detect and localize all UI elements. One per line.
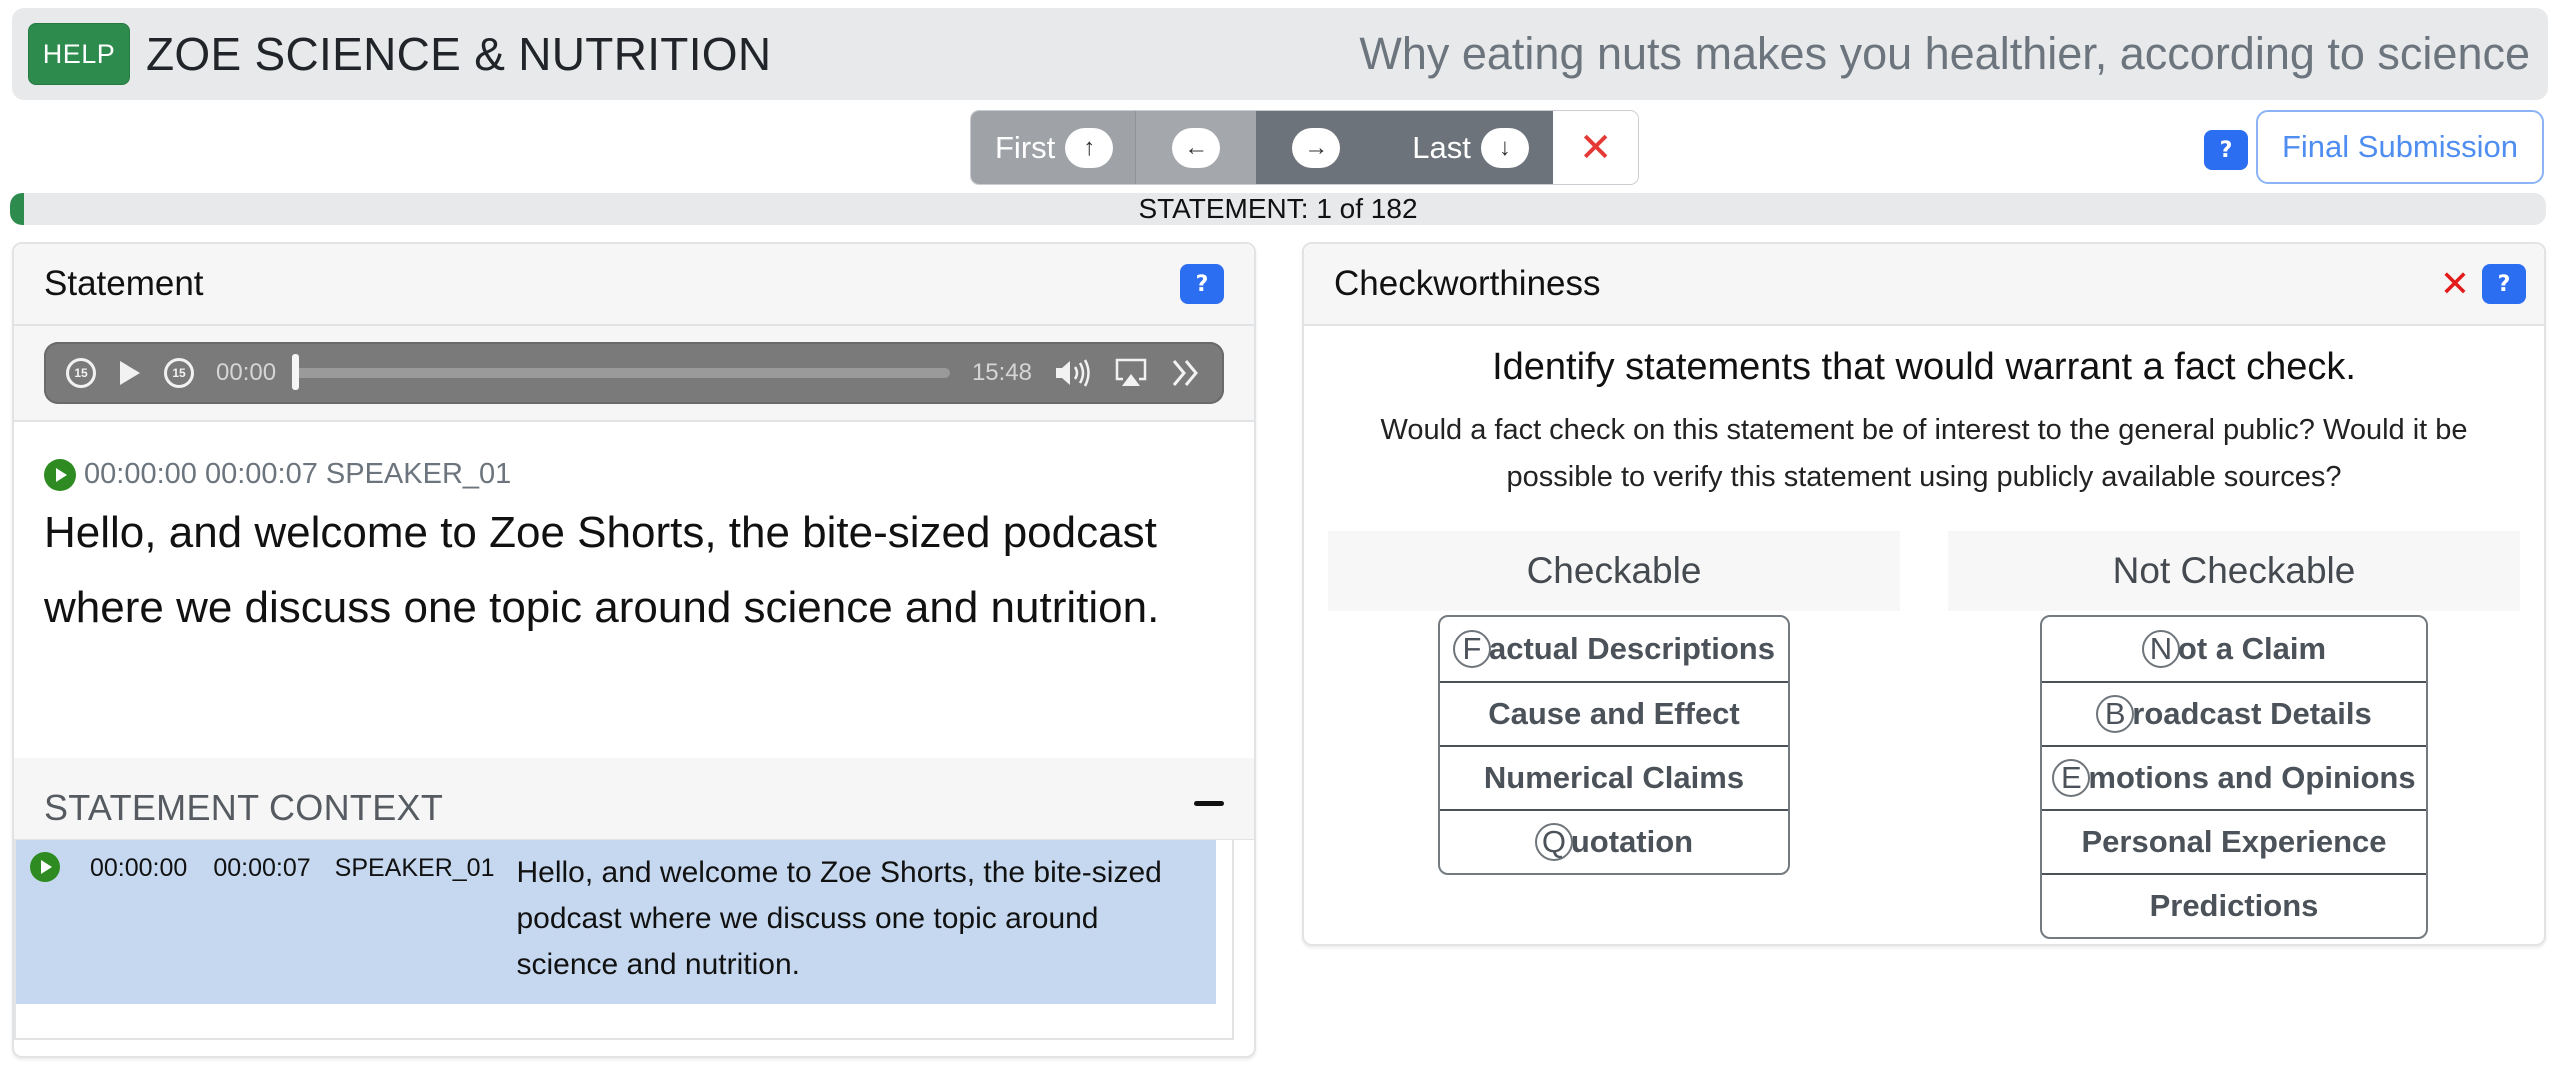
previous-button[interactable]: ← (1135, 111, 1257, 184)
close-button[interactable]: ✕ (1552, 111, 1639, 184)
option-cause-and-effect[interactable]: Cause and Effect (1440, 681, 1788, 745)
statement-context-header[interactable]: STATEMENT CONTEXT (14, 758, 1254, 840)
statement-context-list: 00:00:00 00:00:07 SPEAKER_01 Hello, and … (14, 840, 1234, 1040)
audio-player: 15 15 00:00 15:48 (44, 342, 1224, 404)
statement-meta: 00:00:00 00:00:07 SPEAKER_01 (44, 458, 1224, 491)
checkworthiness-panel: Checkworthiness ✕ ? Identify statements … (1302, 242, 2546, 946)
shortcut-key-e-icon: E (2052, 759, 2091, 797)
help-question-icon[interactable]: ? (2204, 130, 2248, 170)
next-button[interactable]: → (1292, 127, 1341, 168)
collapse-icon[interactable] (1194, 801, 1224, 806)
context-text: Hello, and welcome to Zoe Shorts, the bi… (516, 856, 1162, 981)
airplay-icon[interactable] (1114, 357, 1148, 389)
not-checkable-heading: Not Checkable (1948, 531, 2520, 611)
volume-icon[interactable] (1054, 357, 1092, 389)
option-label: ot a Claim (2177, 631, 2327, 666)
more-options-icon[interactable] (1170, 358, 1202, 388)
option-label: Personal Experience (2081, 824, 2387, 859)
instruction-text: Would a fact check on this statement be … (1380, 414, 2468, 493)
help-question-icon[interactable]: ? (1180, 264, 1224, 304)
arrow-left-icon: ← (1172, 127, 1221, 168)
episode-title: Why eating nuts makes you healthier, acc… (1359, 28, 2530, 79)
brand: HELP ZOE SCIENCE & NUTRITION (28, 23, 771, 85)
audio-player-container: 15 15 00:00 15:48 (14, 326, 1254, 422)
instruction-heading: Identify statements that would warrant a… (1492, 346, 2356, 388)
shortcut-key-q-icon: Q (1534, 823, 1573, 861)
checkable-options: Factual Descriptions Cause and Effect Nume… (1438, 615, 1790, 875)
statement-panel-header: Statement ? (14, 244, 1254, 326)
next-last-group: → Last ↓ (1256, 111, 1553, 184)
option-predictions[interactable]: Predictions (2042, 873, 2426, 937)
context-start-time: 00:00:00 (90, 854, 188, 882)
context-end-time: 00:00:07 (213, 854, 311, 882)
final-submission-button[interactable]: Final Submission (2256, 110, 2544, 184)
duration: 15:48 (971, 359, 1032, 386)
shortcut-key-f-icon: F (1453, 630, 1491, 668)
option-label: actual Descriptions (1489, 631, 1775, 666)
option-personal-experience[interactable]: Personal Experience (2042, 809, 2426, 873)
option-label: motions and Opinions (2088, 760, 2416, 795)
skip-back-15-icon[interactable]: 15 (66, 358, 96, 388)
first-button[interactable]: First ↑ (971, 111, 1136, 184)
last-button[interactable]: Last (1412, 130, 1471, 166)
option-factual-descriptions[interactable]: Factual Descriptions (1440, 617, 1788, 681)
option-quotation[interactable]: Quotation (1440, 809, 1788, 873)
current-time: 00:00 (216, 359, 277, 386)
seek-thumb[interactable] (292, 354, 300, 390)
seek-slider[interactable] (292, 354, 950, 390)
play-icon[interactable] (118, 359, 142, 387)
clear-icon[interactable]: ✕ (2440, 263, 2470, 305)
podcast-title: ZOE SCIENCE & NUTRITION (146, 28, 772, 80)
first-label: First (995, 129, 1056, 165)
checkable-heading: Checkable (1328, 531, 1900, 611)
statement-panel-title: Statement (44, 264, 204, 303)
context-speaker: SPEAKER_01 (334, 854, 495, 882)
option-label: Predictions (2149, 888, 2319, 923)
header-actions: ✕ ? (2440, 263, 2526, 305)
checkable-column: Checkable Factual Descriptions Cause and … (1328, 531, 1900, 939)
statement-context-title: STATEMENT CONTEXT (44, 786, 444, 828)
top-header: HELP ZOE SCIENCE & NUTRITION Why eating … (12, 8, 2548, 100)
option-emotions-and-opinions[interactable]: Emotions and Opinions (2042, 745, 2426, 809)
progress-label: STATEMENT: 1 of 182 (1138, 193, 1418, 224)
play-segment-icon[interactable] (30, 852, 60, 882)
shortcut-key-n-icon: N (2141, 630, 2180, 668)
arrow-down-icon[interactable]: ↓ (1480, 127, 1529, 168)
statement-navigation: First ↑ ← → Last ↓ ✕ (970, 110, 1640, 185)
statement-text: Hello, and welcome to Zoe Shorts, the bi… (44, 508, 1160, 632)
checkworthiness-panel-title: Checkworthiness (1334, 264, 1601, 303)
current-statement: 00:00:00 00:00:07 SPEAKER_01 Hello, and … (14, 422, 1254, 758)
option-broadcast-details[interactable]: Broadcast Details (2042, 681, 2426, 745)
option-label: roadcast Details (2132, 696, 2372, 731)
option-label: Cause and Effect (1488, 696, 1740, 731)
statement-panel: Statement ? 15 15 00:00 15:48 00:00:00 0… (12, 242, 1256, 1058)
help-button[interactable]: HELP (28, 23, 130, 85)
option-numerical-claims[interactable]: Numerical Claims (1440, 745, 1788, 809)
context-row[interactable]: 00:00:00 00:00:07 SPEAKER_01 Hello, and … (16, 840, 1216, 1004)
help-question-icon[interactable]: ? (2482, 264, 2526, 304)
option-not-a-claim[interactable]: Not a Claim (2042, 617, 2426, 681)
play-segment-icon[interactable] (44, 458, 76, 491)
option-label: uotation (1570, 824, 1694, 859)
not-checkable-options: Not a Claim Broadcast Details Emotions and… (2040, 615, 2428, 939)
label-columns: Checkable Factual Descriptions Cause and … (1304, 531, 2544, 939)
statement-progress-bar: STATEMENT: 1 of 182 (10, 193, 2546, 225)
not-checkable-column: Not Checkable Not a Claim Broadcast Detai… (1948, 531, 2520, 939)
option-label: Numerical Claims (1483, 760, 1745, 795)
shortcut-key-b-icon: B (2096, 695, 2135, 733)
skip-forward-15-icon[interactable]: 15 (164, 358, 194, 388)
arrow-up-icon: ↑ (1065, 127, 1114, 168)
checkworthiness-panel-header: Checkworthiness ✕ ? (1304, 244, 2544, 326)
statement-meta-text: 00:00:00 00:00:07 SPEAKER_01 (84, 458, 512, 490)
